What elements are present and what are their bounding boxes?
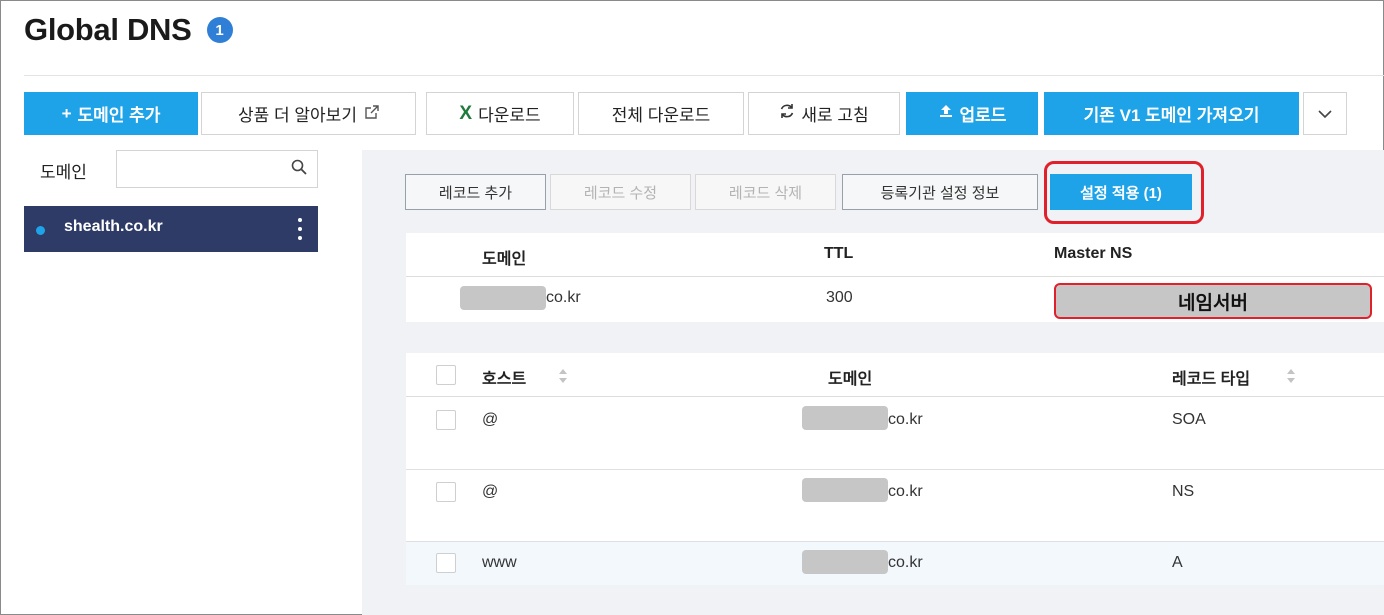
- status-dot-icon: [36, 226, 45, 235]
- col-host: 호스트: [482, 371, 527, 388]
- apply-highlight-box: [1044, 161, 1204, 224]
- record-type: SOA: [1172, 411, 1206, 428]
- record-table-header: 호스트 도메인 레코드 타입: [406, 353, 1384, 397]
- upload-button[interactable]: 업로드: [906, 92, 1038, 135]
- sort-icon[interactable]: [1286, 368, 1296, 384]
- external-link-icon: [365, 105, 379, 122]
- import-v1-button[interactable]: 기존 V1 도메인 가져오기: [1044, 92, 1299, 135]
- master-ns-value: 네임서버: [1054, 283, 1372, 319]
- sidebar-label: 도메인: [40, 163, 87, 182]
- add-domain-label: 도메인 추가: [77, 106, 161, 125]
- delete-record-button[interactable]: 레코드 삭제: [695, 174, 836, 210]
- sidebar-item-domain[interactable]: shealth.co.kr: [24, 206, 318, 252]
- refresh-button[interactable]: 새로 고침: [748, 92, 900, 135]
- record-domain: co.kr: [888, 483, 923, 500]
- record-host: www: [482, 554, 517, 571]
- record-host: @: [482, 483, 499, 500]
- redacted-mask: [460, 286, 546, 310]
- kebab-menu-icon[interactable]: [298, 218, 304, 240]
- domain-info-header: 도메인 TTL Master NS: [406, 233, 1384, 277]
- redacted-mask: [802, 550, 888, 574]
- record-domain: co.kr: [888, 411, 923, 428]
- refresh-label: 새로 고침: [801, 106, 869, 125]
- record-table: 호스트 도메인 레코드 타입 @ co.kr SOA @ co.kr NS ww…: [406, 353, 1384, 585]
- ttl-value: 300: [826, 289, 853, 306]
- sidebar-domain-name: shealth.co.kr: [64, 218, 163, 235]
- sort-icon[interactable]: [558, 368, 568, 384]
- page-title: Global DNS: [24, 12, 192, 47]
- download-all-button[interactable]: 전체 다운로드: [578, 92, 744, 135]
- col-domain: 도메인: [482, 251, 527, 268]
- chevron-down-icon: [1317, 104, 1333, 124]
- record-type: NS: [1172, 483, 1195, 500]
- redacted-mask: [802, 406, 888, 430]
- import-v1-label: 기존 V1 도메인 가져오기: [1083, 106, 1260, 125]
- upload-icon: [938, 103, 954, 124]
- download-all-label: 전체 다운로드: [611, 106, 711, 125]
- search-icon[interactable]: [291, 159, 307, 175]
- col-master-ns: Master NS: [1054, 245, 1133, 262]
- title-row: Global DNS 1: [24, 10, 233, 50]
- excel-icon: X: [459, 102, 473, 124]
- registrar-info-button[interactable]: 등록기관 설정 정보: [842, 174, 1038, 210]
- info-badge-icon[interactable]: 1: [206, 17, 233, 43]
- main-panel: 레코드 추가 레코드 수정 레코드 삭제 등록기관 설정 정보 설정 적용 (1…: [362, 150, 1384, 615]
- domain-info-table: 도메인 TTL Master NS co.kr 300 네임서버: [406, 233, 1384, 322]
- row-checkbox[interactable]: [436, 482, 456, 502]
- col-record-type: 레코드 타입: [1172, 371, 1251, 388]
- download-button[interactable]: X 다운로드: [426, 92, 574, 135]
- add-domain-button[interactable]: + 도메인 추가: [24, 92, 198, 135]
- header-divider: [24, 75, 1384, 76]
- more-dropdown-button[interactable]: [1303, 92, 1347, 135]
- record-type: A: [1172, 554, 1183, 571]
- add-record-button[interactable]: 레코드 추가: [405, 174, 546, 210]
- record-host: @: [482, 411, 499, 428]
- redacted-mask: [802, 478, 888, 502]
- edit-record-button[interactable]: 레코드 수정: [550, 174, 691, 210]
- col-ttl: TTL: [824, 245, 854, 262]
- domain-search-box[interactable]: [116, 150, 318, 188]
- plus-icon: +: [61, 103, 72, 123]
- refresh-icon: [779, 103, 795, 124]
- upload-label: 업로드: [959, 106, 1007, 125]
- domain-suffix: co.kr: [546, 289, 581, 306]
- row-checkbox[interactable]: [436, 553, 456, 573]
- learn-more-label: 상품 더 알아보기: [238, 106, 357, 125]
- download-label: 다운로드: [478, 106, 541, 125]
- col-record-domain: 도메인: [828, 371, 873, 388]
- learn-more-button[interactable]: 상품 더 알아보기: [201, 92, 416, 135]
- row-checkbox[interactable]: [436, 410, 456, 430]
- domain-search-input[interactable]: [125, 151, 285, 185]
- select-all-checkbox[interactable]: [436, 365, 456, 385]
- row-divider: [406, 469, 1384, 470]
- record-domain: co.kr: [888, 554, 923, 571]
